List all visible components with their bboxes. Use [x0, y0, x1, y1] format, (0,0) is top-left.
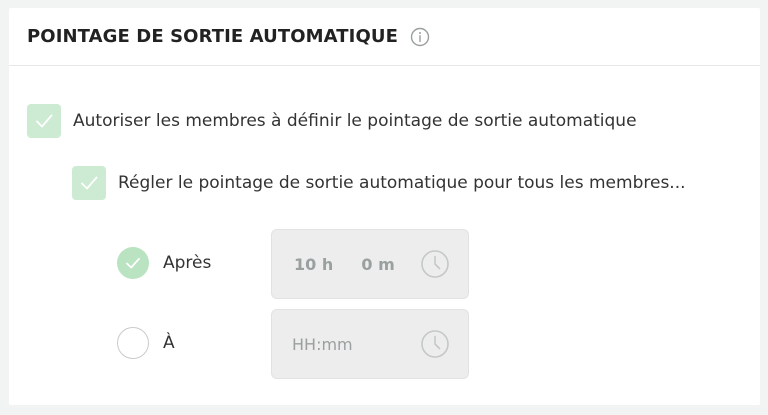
section-header: POINTAGE DE SORTIE AUTOMATIQUE: [27, 26, 430, 47]
after-radio[interactable]: [117, 247, 149, 279]
clock-icon[interactable]: [420, 249, 450, 279]
check-icon: [36, 114, 53, 128]
at-radio[interactable]: [117, 327, 149, 359]
at-label: À: [163, 333, 175, 353]
auto-clock-out-card: POINTAGE DE SORTIE AUTOMATIQUE Autoriser…: [9, 8, 760, 405]
allow-members-label: Autoriser les membres à définir le point…: [73, 111, 637, 131]
check-icon: [81, 176, 98, 190]
time-placeholder: HH:mm: [292, 334, 353, 354]
info-icon[interactable]: [410, 27, 430, 47]
duration-value: 10 h 0 m: [294, 255, 395, 274]
minutes-value: 0 m: [361, 254, 395, 274]
duration-field[interactable]: 10 h 0 m: [271, 229, 469, 299]
allow-members-option: Autoriser les membres à définir le point…: [27, 104, 637, 138]
after-option: Après: [117, 247, 211, 279]
clock-icon[interactable]: [420, 329, 450, 359]
set-for-all-option: Régler le pointage de sortie automatique…: [72, 166, 686, 200]
section-title: POINTAGE DE SORTIE AUTOMATIQUE: [27, 26, 398, 47]
set-for-all-label: Régler le pointage de sortie automatique…: [118, 173, 686, 193]
after-label: Après: [163, 253, 212, 273]
allow-members-checkbox[interactable]: [27, 104, 61, 138]
hours-value: 10 h: [294, 254, 334, 274]
at-option: À: [117, 327, 175, 359]
check-icon: [126, 257, 140, 269]
header-divider: [9, 65, 760, 66]
time-field[interactable]: HH:mm: [271, 309, 469, 379]
set-for-all-checkbox[interactable]: [72, 166, 106, 200]
